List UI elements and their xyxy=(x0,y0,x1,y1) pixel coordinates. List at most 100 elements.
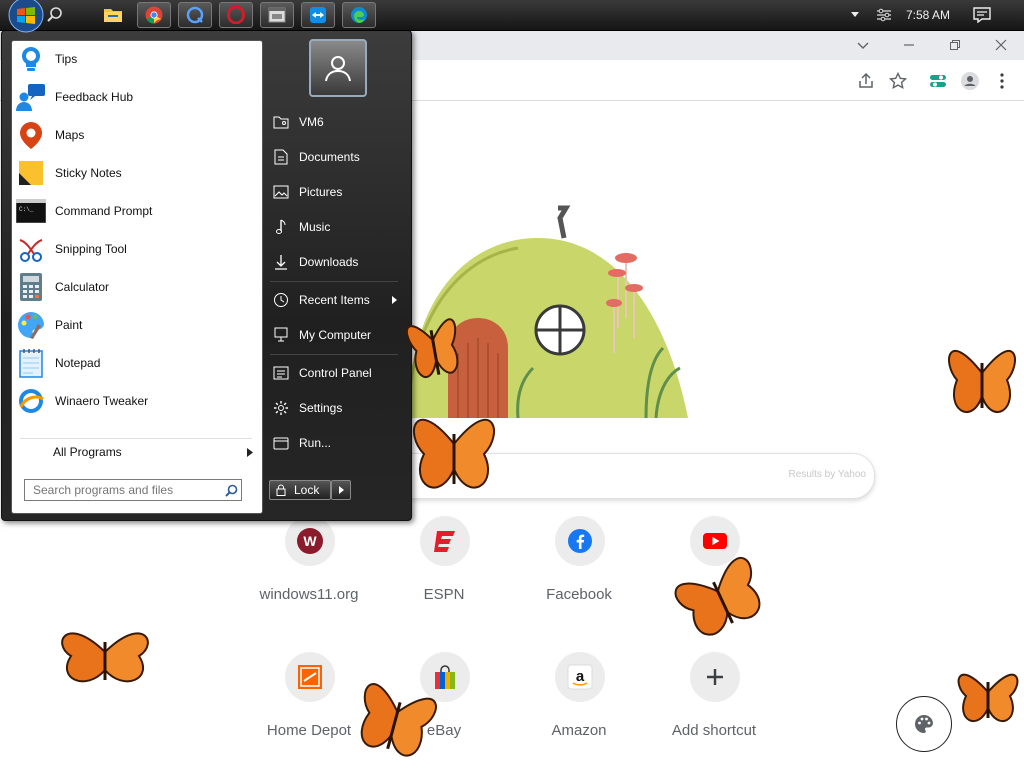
quicktime-icon xyxy=(186,6,204,24)
taskbar-app-file-explorer[interactable] xyxy=(96,2,130,28)
start-item-maps[interactable]: Maps xyxy=(12,117,262,153)
minimize-icon[interactable] xyxy=(901,37,917,53)
start-link-control-panel[interactable]: Control Panel xyxy=(267,360,399,386)
taskbar-app-quicktime[interactable] xyxy=(178,2,212,28)
svg-text:W: W xyxy=(303,533,317,549)
start-orb-icon[interactable] xyxy=(6,0,46,33)
taskbar-search-icon[interactable] xyxy=(46,6,64,24)
tips-icon xyxy=(21,46,41,71)
start-menu: Tips Feedback Hub Maps Sticky Notes C:\_… xyxy=(1,30,412,521)
control-panel-icon xyxy=(273,366,289,380)
bookmark-star-icon[interactable] xyxy=(888,71,908,91)
start-item-sticky-notes[interactable]: Sticky Notes xyxy=(12,155,262,191)
plus-icon xyxy=(690,652,740,702)
start-link-my-computer[interactable]: My Computer xyxy=(267,322,399,348)
power-options-button[interactable] xyxy=(331,480,351,500)
folder-icon xyxy=(104,9,122,22)
start-link-run[interactable]: Run... xyxy=(267,430,399,456)
share-icon[interactable] xyxy=(856,71,876,91)
shortcut-espn[interactable]: ESPN xyxy=(379,516,509,626)
tray-overflow-icon[interactable] xyxy=(850,11,860,19)
start-item-notepad[interactable]: Notepad xyxy=(12,345,262,381)
restore-icon[interactable] xyxy=(947,37,963,53)
start-item-label: Command Prompt xyxy=(55,204,153,218)
start-link-downloads[interactable]: Downloads xyxy=(267,249,399,275)
music-icon xyxy=(276,219,286,234)
taskbar-app-window[interactable] xyxy=(260,2,294,28)
start-link-vm6[interactable]: VM6 xyxy=(267,109,399,135)
start-link-label: Settings xyxy=(299,401,343,415)
close-icon[interactable] xyxy=(993,37,1009,53)
shortcut-facebook[interactable]: Facebook xyxy=(514,516,644,626)
taskbar-app-chrome[interactable] xyxy=(137,2,171,28)
user-folder-icon xyxy=(273,116,289,129)
home-depot-icon xyxy=(285,652,335,702)
pictures-icon xyxy=(273,185,289,199)
sticky-notes-icon xyxy=(19,161,43,185)
butterfly-image xyxy=(948,349,1016,413)
start-item-label: Tips xyxy=(55,52,78,66)
menu-kebab-icon[interactable] xyxy=(992,71,1012,91)
start-link-pictures[interactable]: Pictures xyxy=(267,179,399,205)
butterfly-image xyxy=(413,418,495,489)
taskbar-app-edge[interactable] xyxy=(342,2,376,28)
start-link-label: Pictures xyxy=(299,185,343,199)
shortcut-amazon[interactable]: a Amazon xyxy=(514,652,644,762)
taskbar: 7:58 AM xyxy=(0,0,1024,33)
all-programs-button[interactable]: All Programs xyxy=(12,441,262,463)
command-prompt-icon: C:\_ xyxy=(16,199,46,223)
taskbar-app-teamviewer[interactable] xyxy=(301,2,335,28)
network-icon[interactable] xyxy=(875,7,893,23)
paint-icon xyxy=(18,311,44,339)
start-item-label: Maps xyxy=(55,128,85,142)
user-avatar[interactable] xyxy=(309,39,367,97)
start-item-calculator[interactable]: Calculator xyxy=(12,269,262,305)
butterfly-image xyxy=(61,632,149,683)
start-link-label: My Computer xyxy=(299,328,372,342)
shortcut-label: Amazon xyxy=(551,722,607,739)
shortcut-label: Facebook xyxy=(546,586,612,603)
start-item-label: Snipping Tool xyxy=(55,242,127,256)
start-item-tips[interactable]: Tips xyxy=(12,41,262,77)
calculator-icon xyxy=(20,273,42,301)
lock-button[interactable]: Lock xyxy=(269,480,331,500)
svg-text:C:\_: C:\_ xyxy=(19,206,34,213)
start-link-label: VM6 xyxy=(299,115,324,129)
downloads-icon xyxy=(275,255,287,270)
lock-icon xyxy=(276,484,286,496)
opera-icon xyxy=(227,6,245,24)
start-item-paint[interactable]: Paint xyxy=(12,307,262,343)
butterfly-image xyxy=(957,673,1019,722)
notifications-icon[interactable] xyxy=(973,7,991,23)
start-link-label: Control Panel xyxy=(299,366,372,380)
chevron-right-icon xyxy=(338,486,344,494)
start-link-label: Downloads xyxy=(299,255,359,269)
start-link-recent-items[interactable]: Recent Items xyxy=(267,287,399,313)
start-item-snipping-tool[interactable]: Snipping Tool xyxy=(12,231,262,267)
start-link-music[interactable]: Music xyxy=(267,214,399,240)
start-menu-programs-pane: Tips Feedback Hub Maps Sticky Notes C:\_… xyxy=(11,40,263,514)
start-item-command-prompt[interactable]: C:\_ Command Prompt xyxy=(12,193,262,229)
taskbar-clock[interactable]: 7:58 AM xyxy=(906,8,950,22)
clock-icon xyxy=(274,293,288,307)
palette-icon xyxy=(915,714,934,733)
gear-icon xyxy=(274,401,288,415)
svg-text:a: a xyxy=(576,668,585,685)
notepad-icon xyxy=(19,349,43,378)
extension-icon[interactable] xyxy=(928,71,948,91)
start-link-documents[interactable]: Documents xyxy=(267,144,399,170)
start-item-winaero-tweaker[interactable]: Winaero Tweaker xyxy=(12,383,262,419)
taskbar-app-opera[interactable] xyxy=(219,2,253,28)
profile-icon[interactable] xyxy=(960,71,980,91)
start-item-feedback-hub[interactable]: Feedback Hub xyxy=(12,79,262,115)
search-icon[interactable] xyxy=(225,484,238,497)
shortcut-add[interactable]: Add shortcut xyxy=(649,652,779,762)
start-search-input[interactable] xyxy=(24,479,242,501)
start-link-settings[interactable]: Settings xyxy=(267,395,399,421)
facebook-icon xyxy=(555,516,605,566)
shortcut-label: windows11.org xyxy=(259,586,359,603)
start-link-label: Run... xyxy=(299,436,332,450)
shortcut-windows11[interactable]: W windows11.org xyxy=(244,516,374,626)
customize-chrome-button[interactable] xyxy=(896,696,952,752)
tab-search-chevron-icon[interactable] xyxy=(855,37,871,53)
